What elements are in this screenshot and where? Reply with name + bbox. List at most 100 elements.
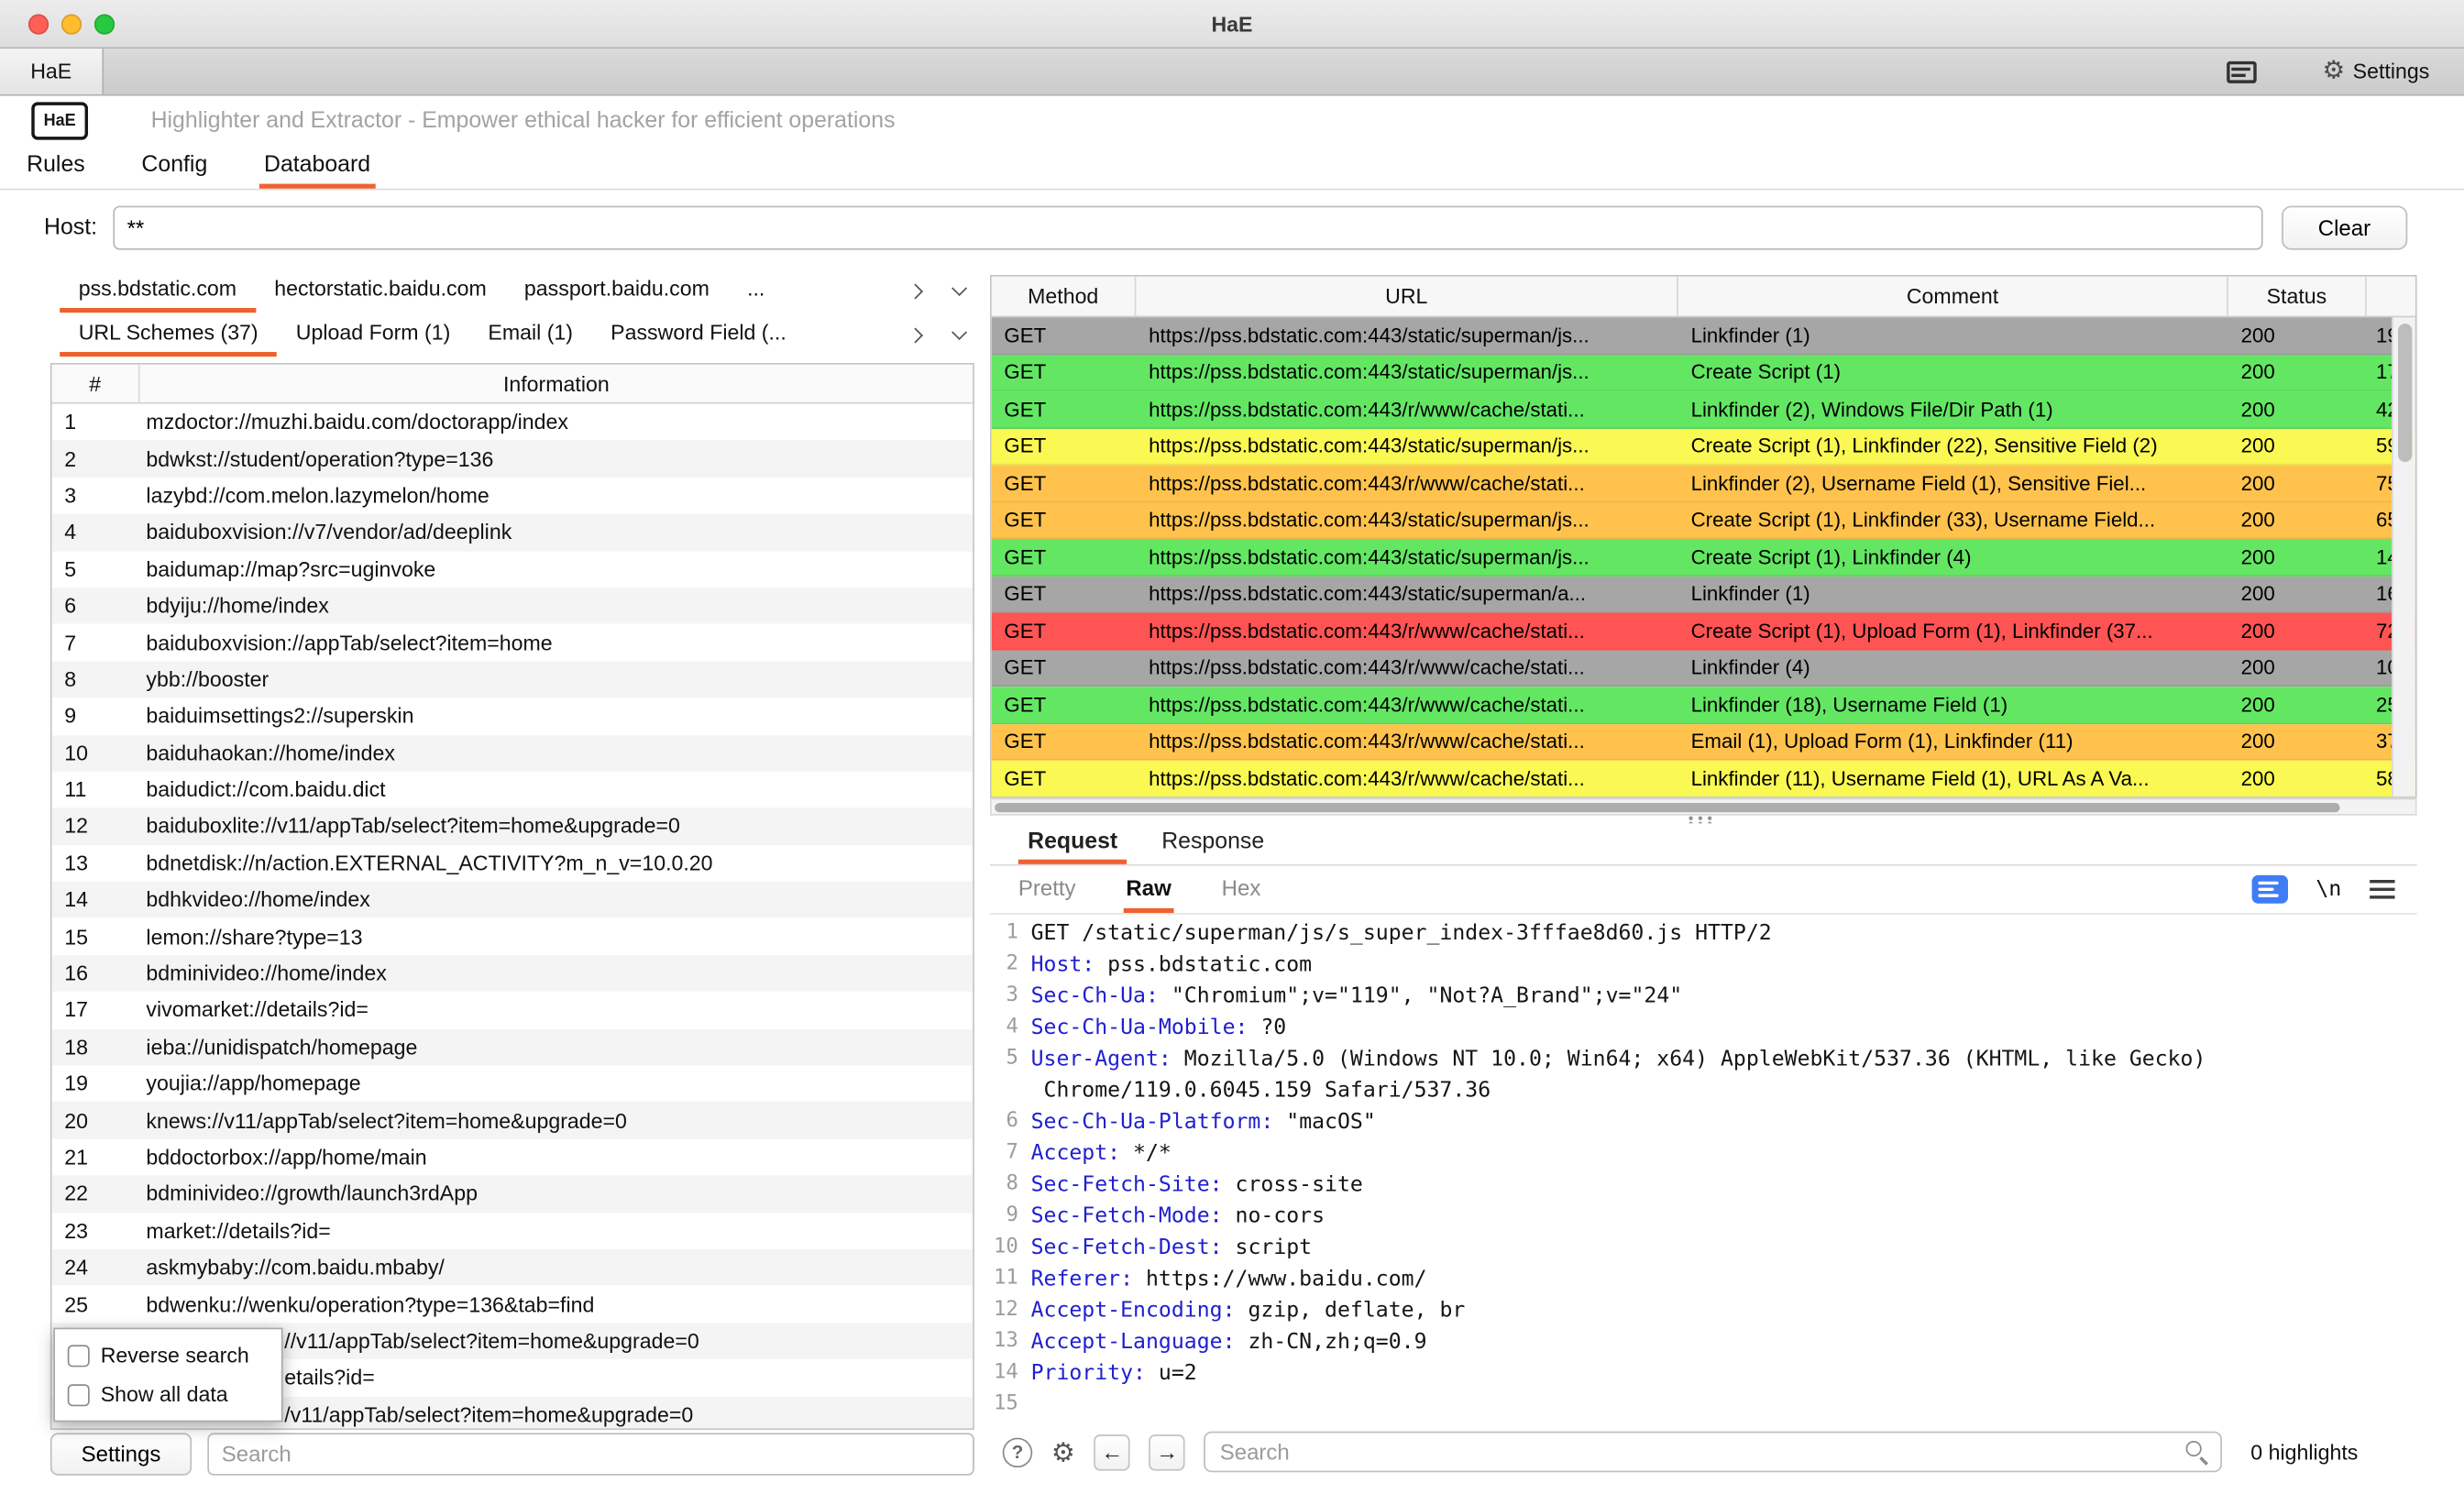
table-row[interactable]: GEThttps://pss.bdstatic.com:443/r/www/ca… — [992, 613, 2415, 650]
table-row[interactable]: GEThttps://pss.bdstatic.com:443/r/www/ca… — [992, 761, 2415, 797]
table-row[interactable]: GEThttps://pss.bdstatic.com:443/static/s… — [992, 539, 2415, 576]
table-row[interactable]: 24askmybaby://com.baidu.mbaby/ — [52, 1249, 974, 1286]
table-row[interactable]: 1mzdoctor://muzhi.baidu.com/doctorapp/in… — [52, 404, 974, 441]
host-filter-input[interactable] — [113, 206, 2262, 250]
close-button[interactable] — [28, 14, 49, 34]
nav-tab[interactable]: Config — [137, 145, 212, 189]
table-row[interactable]: GEThttps://pss.bdstatic.com:443/static/s… — [992, 576, 2415, 612]
message-tab[interactable]: Request — [1018, 823, 1128, 864]
zoom-button[interactable] — [94, 14, 115, 34]
table-row[interactable]: GEThttps://pss.bdstatic.com:443/static/s… — [992, 355, 2415, 391]
gear-icon[interactable]: ⚙ — [1051, 1438, 1075, 1465]
chevron-down-icon[interactable] — [946, 322, 971, 346]
popup-option[interactable]: Show all data — [68, 1375, 281, 1414]
table-row[interactable]: 10baiduhaokan://home/index — [52, 734, 974, 771]
table-row[interactable]: 25bdwenku://wenku/operation?type=136&tab… — [52, 1286, 974, 1323]
popup-option[interactable]: Reverse search — [68, 1335, 281, 1375]
table-row[interactable]: 9baiduimsettings2://superskin — [52, 698, 974, 734]
table-row[interactable]: GEThttps://pss.bdstatic.com:443/static/s… — [992, 428, 2415, 465]
menu-icon[interactable] — [2370, 879, 2394, 899]
table-row[interactable]: 8ybb://booster — [52, 661, 974, 698]
table-row[interactable]: GEThttps://pss.bdstatic.com:443/static/s… — [992, 502, 2415, 539]
table-row[interactable]: GEThttps://pss.bdstatic.com:443/r/www/ca… — [992, 723, 2415, 760]
type-tab[interactable]: Password Field (... — [592, 313, 806, 357]
newline-toggle[interactable]: \n — [2316, 877, 2341, 902]
scrollbar-thumb[interactable] — [2397, 324, 2411, 462]
table-row[interactable]: 17vivomarket://details?id= — [52, 992, 974, 1028]
table-row[interactable]: 12baiduboxlite://v11/appTab/select?item=… — [52, 808, 974, 845]
view-tab[interactable]: Pretty — [1015, 866, 1079, 913]
cell-url: https://pss.bdstatic.com:443/static/supe… — [1136, 434, 1678, 458]
nav-tab[interactable]: Databoard — [259, 145, 375, 189]
header-name: Accept: — [1031, 1137, 1121, 1169]
host-tab[interactable]: pss.bdstatic.com — [60, 269, 256, 313]
header-value: "macOS" — [1273, 1106, 1375, 1137]
host-tab[interactable]: ... — [728, 269, 783, 313]
checkbox-icon[interactable] — [68, 1345, 90, 1367]
horizontal-scrollbar[interactable] — [990, 798, 2417, 816]
table-row[interactable]: GEThttps://pss.bdstatic.com:443/r/www/ca… — [992, 687, 2415, 723]
table-row[interactable]: 20knews://v11/appTab/select?item=home&up… — [52, 1102, 974, 1138]
clear-button[interactable]: Clear — [2282, 206, 2407, 250]
table-row[interactable]: 11baidudict://com.baidu.dict — [52, 772, 974, 808]
table-row[interactable]: 23market://details?id= — [52, 1213, 974, 1249]
column-header-extra[interactable] — [2367, 277, 2415, 316]
view-tab[interactable]: Raw — [1123, 866, 1174, 913]
cell-url: https://pss.bdstatic.com:443/r/www/cache… — [1136, 693, 1678, 717]
view-tab[interactable]: Hex — [1218, 866, 1264, 913]
host-tab[interactable]: passport.baidu.com — [505, 269, 728, 313]
vertical-scrollbar[interactable] — [2392, 317, 2415, 796]
left-settings-button[interactable]: Settings — [50, 1433, 192, 1475]
request-editor[interactable]: 1GET /static/superman/js/s_super_index-3… — [990, 917, 2417, 1423]
window-layout-icon[interactable] — [2227, 60, 2257, 82]
checkbox-icon[interactable] — [68, 1383, 90, 1405]
chevron-right-icon[interactable] — [902, 322, 927, 346]
type-tab-bar: URL Schemes (37)Upload Form (1)Email (1)… — [47, 313, 977, 357]
help-icon[interactable]: ? — [1003, 1437, 1033, 1467]
column-header-url[interactable]: URL — [1136, 277, 1678, 316]
column-header-method[interactable]: Method — [992, 277, 1137, 316]
table-row[interactable]: 22bdminivideo://growth/launch3rdApp — [52, 1176, 974, 1213]
table-row[interactable]: GEThttps://pss.bdstatic.com:443/r/www/ca… — [992, 391, 2415, 428]
column-header-status[interactable]: Status — [2228, 277, 2367, 316]
table-row[interactable]: 6bdyiju://home/index — [52, 588, 974, 624]
table-row[interactable]: GEThttps://pss.bdstatic.com:443/static/s… — [992, 317, 2415, 354]
type-tab[interactable]: Upload Form (1) — [277, 313, 469, 357]
table-row[interactable]: GEThttps://pss.bdstatic.com:443/r/www/ca… — [992, 650, 2415, 687]
message-tab[interactable]: Response — [1152, 823, 1274, 864]
chevron-right-icon[interactable] — [902, 278, 927, 302]
column-header-comment[interactable]: Comment — [1678, 277, 2228, 316]
table-row[interactable]: 7baiduboxvision://appTab/select?item=hom… — [52, 624, 974, 661]
cell-url: https://pss.bdstatic.com:443/static/supe… — [1136, 360, 1678, 384]
type-tab[interactable]: Email (1) — [469, 313, 592, 357]
header-value: https://www.baidu.com/ — [1133, 1263, 1426, 1294]
column-header-information[interactable]: Information — [140, 365, 974, 402]
minimize-button[interactable] — [61, 14, 82, 34]
table-row[interactable]: 2bdwkst://student/operation?type=136 — [52, 441, 974, 478]
table-row[interactable]: 18ieba://unidispatch/homepage — [52, 1028, 974, 1065]
table-row[interactable]: 13bdnetdisk://n/action.EXTERNAL_ACTIVITY… — [52, 845, 974, 882]
settings-button[interactable]: ⚙ Settings — [2323, 59, 2430, 83]
scrollbar-thumb[interactable] — [995, 802, 2339, 811]
host-tab[interactable]: hectorstatic.baidu.com — [256, 269, 506, 313]
table-row[interactable]: 15lemon://share?type=13 — [52, 918, 974, 955]
column-header-number[interactable]: # — [52, 365, 140, 402]
table-row[interactable]: 19youjia://app/homepage — [52, 1065, 974, 1102]
nav-tab[interactable]: Rules — [22, 145, 90, 189]
word-wrap-icon[interactable] — [2251, 875, 2287, 904]
left-search-input[interactable] — [207, 1433, 974, 1475]
app-tab-hae[interactable]: HaE — [0, 49, 104, 94]
table-row[interactable]: 16bdminivideo://home/index — [52, 955, 974, 992]
next-match-button[interactable]: → — [1150, 1434, 1185, 1469]
header-name: Accept-Language: — [1031, 1326, 1236, 1357]
table-row[interactable]: GEThttps://pss.bdstatic.com:443/r/www/ca… — [992, 465, 2415, 501]
table-row[interactable]: 3lazybd://com.melon.lazymelon/home — [52, 478, 974, 514]
chevron-down-icon[interactable] — [946, 278, 971, 302]
table-row[interactable]: 4baiduboxvision://v7/vendor/ad/deeplink — [52, 514, 974, 551]
table-row[interactable]: 21bddoctorbox://app/home/main — [52, 1139, 974, 1176]
type-tab[interactable]: URL Schemes (37) — [60, 313, 277, 357]
prev-match-button[interactable]: ← — [1094, 1434, 1130, 1469]
editor-search-input[interactable] — [1204, 1432, 2223, 1473]
table-row[interactable]: 5baidumap://map?src=uginvoke — [52, 551, 974, 588]
table-row[interactable]: 14bdhkvideo://home/index — [52, 882, 974, 918]
